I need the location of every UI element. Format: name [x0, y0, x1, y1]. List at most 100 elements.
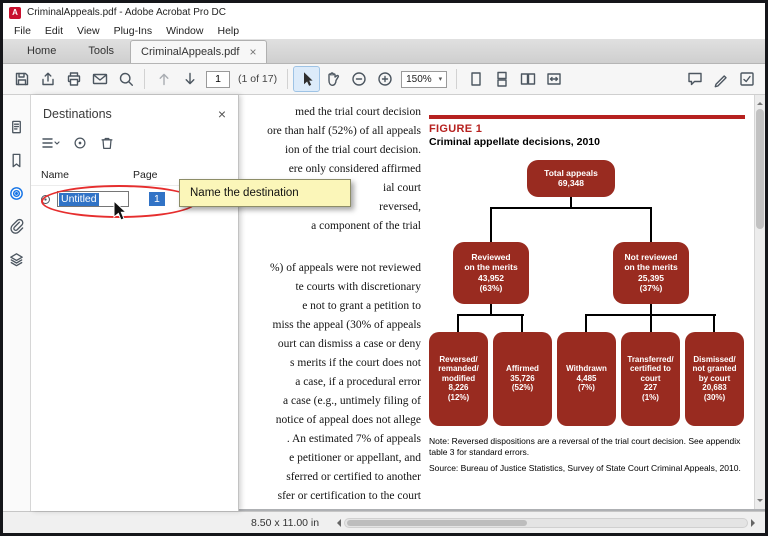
tab-home[interactable]: Home: [11, 41, 72, 63]
text-line: sferred or certified to another: [286, 471, 421, 483]
node-percent: (63%): [479, 282, 503, 293]
attachments-button[interactable]: [6, 216, 28, 236]
text-line: te courts with discretionary: [295, 281, 421, 293]
speech-bubble-icon: [687, 72, 702, 86]
horizontal-scrollbar[interactable]: [333, 517, 759, 528]
connector-line: [585, 313, 716, 316]
figure-title: Criminal appellate decisions, 2010: [429, 135, 600, 148]
new-destination-icon[interactable]: [72, 135, 88, 151]
node-percent: (1%): [642, 392, 659, 402]
fit-width-icon: [546, 73, 561, 85]
destinations-panel: Destinations × Name Page Untitled 1: [31, 95, 239, 511]
scroll-up-arrow-icon[interactable]: [757, 99, 763, 105]
hand-icon: [327, 72, 339, 86]
print-button[interactable]: [61, 67, 86, 91]
node-label: Transferred/ certified to court: [627, 354, 674, 383]
scrolling-view-button[interactable]: [489, 67, 514, 91]
email-icon: [92, 73, 107, 85]
node-value: 4,485: [576, 373, 597, 383]
node-value: 25,395: [638, 272, 664, 283]
fit-width-button[interactable]: [541, 67, 566, 91]
bookmarks-button[interactable]: [6, 150, 28, 170]
scroll-right-arrow-icon[interactable]: [751, 518, 759, 527]
node-reversed: Reversed/ remanded/ modified 8,226 (12%): [429, 331, 488, 426]
node-percent: (12%): [447, 392, 470, 402]
tab-tools[interactable]: Tools: [72, 41, 130, 63]
text-line: a component of the trial: [311, 220, 421, 232]
arrow-up-icon: [159, 73, 168, 86]
node-value: 35,726: [510, 373, 535, 383]
text-line: s merits if the court does not: [290, 357, 421, 369]
menu-edit[interactable]: Edit: [38, 25, 70, 37]
email-button[interactable]: [87, 67, 112, 91]
options-list-icon[interactable]: [41, 135, 61, 151]
node-value: 8,226: [448, 383, 469, 393]
single-page-view-button[interactable]: [463, 67, 488, 91]
menu-bar: File Edit View Plug-Ins Window Help: [3, 22, 765, 39]
figure-label: FIGURE 1: [429, 122, 483, 135]
destinations-button[interactable]: [6, 183, 28, 203]
connector-line: [713, 313, 715, 332]
menu-help[interactable]: Help: [210, 25, 246, 37]
single-page-icon: [470, 72, 481, 86]
toolbar-separator: [144, 69, 145, 89]
close-icon[interactable]: ×: [249, 46, 256, 58]
menu-plugins[interactable]: Plug-Ins: [107, 25, 160, 37]
close-icon[interactable]: ×: [218, 107, 226, 121]
search-icon: [119, 72, 133, 86]
bookmark-icon: [12, 153, 21, 167]
page-number-input[interactable]: [206, 70, 230, 88]
hand-tool-button[interactable]: [320, 67, 345, 91]
connector-line: [650, 303, 652, 332]
main-area: Destinations × Name Page Untitled 1 med …: [3, 95, 765, 511]
share-button[interactable]: [35, 67, 60, 91]
left-text-column: med the trial court decision ore than ha…: [239, 103, 421, 236]
column-header-page[interactable]: Page: [133, 169, 158, 181]
scroll-left-arrow-icon[interactable]: [333, 518, 342, 527]
node-value: 69,348: [558, 178, 584, 188]
save-button[interactable]: [9, 67, 34, 91]
connector-line: [457, 313, 524, 316]
column-header-name[interactable]: Name: [41, 169, 133, 181]
scroll-down-arrow-icon[interactable]: [757, 499, 763, 505]
title-bar: A CriminalAppeals.pdf - Adobe Acrobat Pr…: [3, 3, 765, 22]
layers-button[interactable]: [6, 249, 28, 269]
trash-icon[interactable]: [99, 135, 115, 151]
select-tool-button[interactable]: [293, 66, 321, 92]
vertical-scrollbar[interactable]: [754, 95, 765, 509]
menu-file[interactable]: File: [7, 25, 38, 37]
page-thumbnails-icon: [12, 120, 21, 133]
text-line: ere only considered affirmed: [288, 163, 421, 175]
node-not-reviewed: Not reviewed on the merits 25,395 (37%): [613, 241, 689, 304]
previous-page-button[interactable]: [151, 67, 176, 91]
scrollbar-thumb[interactable]: [756, 109, 764, 229]
comment-button[interactable]: [682, 67, 707, 91]
text-line: %) of appeals were not reviewed: [269, 262, 421, 274]
plus-circle-icon: [377, 72, 392, 86]
status-bar: 8.50 x 11.00 in: [3, 511, 765, 533]
node-transferred: Transferred/ certified to court 227 (1%): [621, 331, 680, 426]
page-thumbnails-button[interactable]: [6, 117, 28, 137]
navigation-rail: [3, 95, 31, 511]
continuous-pages-icon: [496, 71, 507, 87]
zoom-in-button[interactable]: [372, 67, 397, 91]
cursor-arrow-icon: [303, 72, 313, 86]
node-label: Not reviewed on the merits: [624, 252, 678, 273]
scrollbar-thumb[interactable]: [347, 519, 528, 526]
text-line: . An estimated 7% of appeals: [286, 433, 421, 445]
scrollbar-track[interactable]: [344, 517, 748, 528]
menu-window[interactable]: Window: [159, 25, 210, 37]
fill-sign-button[interactable]: [734, 67, 759, 91]
next-page-button[interactable]: [177, 67, 202, 91]
highlight-button[interactable]: [708, 67, 733, 91]
search-button[interactable]: [113, 67, 138, 91]
tab-document[interactable]: CriminalAppeals.pdf ×: [130, 40, 268, 63]
menu-view[interactable]: View: [70, 25, 107, 37]
zoom-level-select[interactable]: 150% ▾: [401, 70, 448, 88]
toolbar-separator: [456, 69, 458, 89]
text-line: med the trial court decision: [295, 106, 421, 118]
zoom-out-button[interactable]: [346, 67, 371, 91]
two-page-view-button[interactable]: [515, 67, 540, 91]
node-label: Reviewed on the merits: [464, 252, 518, 273]
node-value: 227: [643, 383, 658, 393]
